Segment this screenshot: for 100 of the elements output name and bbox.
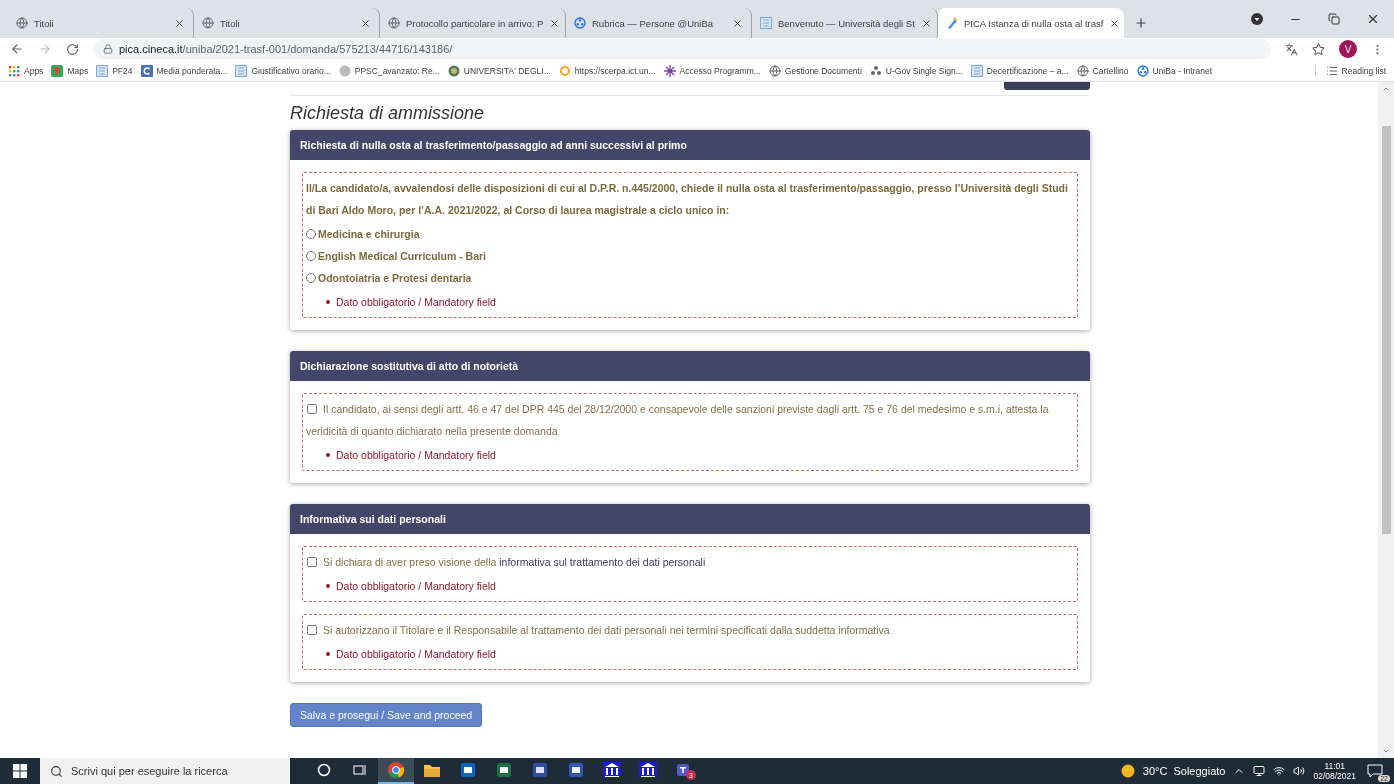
clock[interactable]: 11:01 02/08/2021	[1313, 761, 1356, 781]
bookmark[interactable]: Maps	[51, 64, 89, 77]
speaker-icon[interactable]	[1293, 765, 1306, 777]
taskbar-search-field[interactable]: Scrivi qui per eseguire la ricerca	[40, 758, 290, 784]
card-header: Informativa sui dati personali	[290, 504, 1090, 534]
spark-icon	[663, 64, 676, 77]
network-icon	[1136, 64, 1149, 77]
close-icon[interactable]	[1366, 12, 1380, 26]
bullet-icon	[326, 453, 330, 457]
message-icon	[1367, 764, 1383, 778]
browser-tab[interactable]: PICA Istanza di nulla osta al trasf	[938, 8, 1124, 38]
lock-icon	[103, 44, 113, 54]
checkbox-label[interactable]: Il candidato, ai sensi degli artt. 46 e 47 del DPR 445 del 28/12/2000 e consapevole delle sanzioni previste dagli artt. 75 e 76 del medesimo e s.m.i, attesta la veridicità di quanto dichiarato nella presente domanda	[306, 398, 1074, 442]
spreadsheet-app-icon	[496, 762, 512, 778]
bullet-icon	[326, 300, 330, 304]
checkbox-label[interactable]: Si autorizzano il Titolare e il Responsabile al trattamento dei dati personali nei termini specificati dalla suddetta informativa	[306, 619, 1074, 641]
chat-app-icon	[676, 762, 692, 778]
sun-icon	[1120, 764, 1135, 778]
ring-icon	[558, 64, 571, 77]
intro-text: Il/La candidato/a, avvalendosi delle disposizioni di cui al D.P.R. n.445/2000, chiede il nulla osta al trasferimento/passaggio, presso l’Università degli Studi di Bari Aldo Moro, per l’A.A. 2021/2022, al Corso di laurea magistrale a ciclo unico in:	[306, 181, 1069, 218]
dots-icon	[869, 64, 882, 77]
radio-option[interactable]: Odontoiatria e Protesi dentaria	[306, 267, 1074, 289]
close-icon[interactable]	[360, 17, 371, 29]
globe-icon	[202, 17, 214, 29]
close-icon[interactable]	[1109, 17, 1121, 29]
bookmark[interactable]: Accesso Programm...	[663, 64, 761, 77]
checkbox[interactable]	[307, 404, 317, 415]
bullet-icon	[326, 652, 330, 656]
network-icon[interactable]	[1273, 765, 1286, 777]
bookmark[interactable]: Giustificativo orario...	[235, 64, 331, 77]
informativa-link[interactable]: informativa sul trattamento dei dati personali	[499, 556, 706, 568]
close-icon[interactable]	[732, 17, 743, 29]
list-icon	[1325, 64, 1338, 77]
grid-icon	[970, 64, 983, 77]
scrollbar[interactable]	[1378, 82, 1394, 758]
reload-icon[interactable]	[66, 42, 79, 56]
page-heading: Richiesta di ammissione	[290, 103, 486, 124]
translate-icon[interactable]	[1285, 42, 1298, 56]
scroll-thumb[interactable]	[1381, 126, 1391, 534]
scroll-down-icon[interactable]	[1382, 747, 1390, 755]
scanner-app-icon	[532, 762, 548, 778]
radio-option[interactable]: English Medical Curriculum - Bari	[306, 245, 1074, 267]
grid-icon	[760, 17, 772, 29]
grid-icon	[96, 64, 109, 77]
pen-icon	[946, 17, 958, 29]
close-icon[interactable]	[920, 17, 932, 29]
bookmark-star-icon[interactable]	[1312, 42, 1325, 56]
document-app-icon	[568, 762, 584, 778]
bookmark[interactable]: PF24	[96, 64, 133, 77]
bookmark[interactable]: U-Gov Single Sign...	[869, 64, 963, 77]
apps-icon	[8, 64, 20, 77]
mail-app-icon	[460, 762, 476, 778]
building-icon	[603, 762, 621, 778]
bookmark[interactable]: Cartellino	[1076, 64, 1129, 77]
error-message: Dato obbligatorio / Mandatory field	[336, 579, 496, 594]
reading-list-button[interactable]: Reading list	[1314, 64, 1386, 77]
checkbox[interactable]	[307, 557, 317, 568]
map-pin-icon	[51, 64, 64, 77]
card-header: Richiesta di nulla osta al trasferimento/passaggio ad anni successivi al primo	[290, 130, 1090, 160]
profile-avatar[interactable]: V	[1339, 40, 1357, 58]
bookmark[interactable]: Decertificazione – a...	[970, 64, 1069, 77]
letter-c-icon	[140, 64, 153, 77]
radio-option[interactable]: Medicina e chirurgia	[306, 223, 1074, 245]
close-icon[interactable]	[174, 17, 185, 29]
bookmark[interactable]: PPSC_avanzato: Re...	[338, 64, 440, 77]
globe-icon	[1076, 64, 1089, 77]
save-button[interactable]: Salva e prosegui / Save and proceed	[290, 703, 483, 727]
bookmark[interactable]: UNIVERSITA' DEGLI...	[447, 64, 551, 77]
network-icon	[574, 17, 586, 29]
grid-icon	[235, 64, 248, 77]
address-bar[interactable]: pica.cineca.it/uniba/2021-trasf-001/domanda/575213/44716/143186/	[93, 39, 1271, 59]
globe-icon	[388, 17, 400, 29]
error-message: Dato obbligatorio / Mandatory field	[336, 647, 496, 662]
task-view-icon	[353, 763, 367, 777]
error-message: Dato obbligatorio / Mandatory field	[336, 448, 496, 463]
chrome-icon	[387, 761, 405, 779]
bookmark[interactable]: Media ponderata...	[140, 64, 228, 77]
globe-icon	[16, 17, 28, 29]
circle-icon	[338, 64, 351, 77]
windows-icon	[13, 764, 27, 778]
bullet-icon	[326, 584, 330, 588]
monitor-icon[interactable]	[1253, 765, 1266, 777]
checkbox-label[interactable]: Si dichiara di aver preso visione della informativa sul trattamento dei dati personali	[306, 551, 1074, 573]
card-header: Dichiarazione sostitutiva di atto di notorietà	[290, 351, 1090, 381]
globe-icon	[768, 64, 781, 77]
back-icon[interactable]	[10, 42, 24, 56]
bookmark[interactable]: UniBa - Intranet	[1136, 64, 1213, 77]
weather-text[interactable]: 30°C Soleggiato	[1142, 765, 1226, 777]
restore-icon[interactable]	[1328, 13, 1340, 25]
close-icon[interactable]	[549, 17, 561, 29]
bookmark[interactable]: Apps	[8, 64, 44, 77]
building-icon	[639, 762, 657, 778]
folder-icon	[423, 762, 441, 778]
search-icon	[50, 764, 63, 778]
bookmark[interactable]: https://scerpa.ict.un...	[558, 64, 656, 77]
checkbox[interactable]	[307, 625, 317, 636]
new-tab-icon[interactable]	[1134, 16, 1148, 30]
scroll-up-icon[interactable]	[1382, 85, 1390, 93]
bookmark[interactable]: Gestione Documenti	[768, 64, 862, 77]
tab-search-icon[interactable]	[1251, 13, 1263, 25]
